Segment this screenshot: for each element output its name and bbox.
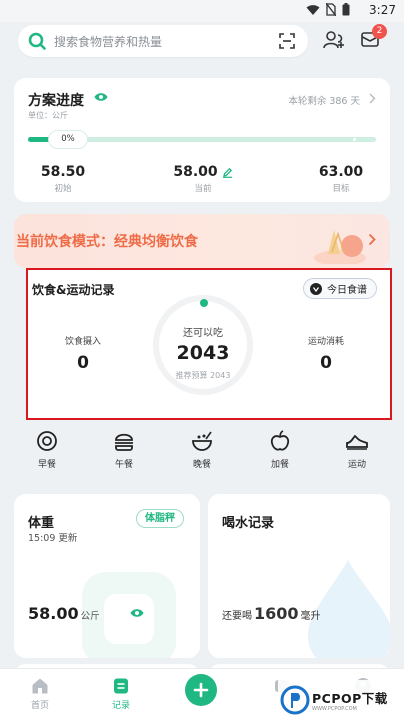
- scan-icon[interactable]: [278, 32, 296, 50]
- ring-progress-dot: [200, 299, 208, 307]
- recipe-icon: [310, 282, 322, 295]
- watermark-text: PCPOP下载: [312, 691, 388, 706]
- add-record-button[interactable]: [185, 674, 217, 706]
- no-sim-icon: [326, 3, 336, 16]
- water-need-row: 还要喝 1600 毫升: [222, 604, 321, 623]
- meal-label: 午餐: [114, 460, 133, 470]
- weight-value: 58.00: [28, 604, 79, 623]
- weight-value-row: 58.00 公斤: [28, 604, 100, 623]
- nav-home[interactable]: 首页: [20, 677, 60, 711]
- water-record-card[interactable]: 喝水记录 还要喝 1600 毫升: [208, 494, 390, 658]
- metric-current-value: 58.00: [173, 164, 218, 180]
- watermark-sub: WWW.PCPOP.COM: [312, 706, 357, 712]
- plan-remaining-days: 本轮剩余 386 天: [288, 96, 360, 107]
- plus-icon: [193, 682, 209, 698]
- pencil-icon[interactable]: [222, 167, 233, 178]
- intake-value: 0: [77, 353, 89, 373]
- lunch-icon: [115, 433, 133, 451]
- status-time: 3:27: [369, 3, 396, 17]
- meal-lunch[interactable]: 午餐: [99, 430, 149, 470]
- metric-current-label: 当前: [194, 184, 212, 194]
- progress-percent-bubble: 0%: [48, 130, 88, 149]
- meal-label: 加餐: [270, 460, 289, 470]
- meal-breakfast[interactable]: 早餐: [22, 430, 72, 470]
- metric-current-row: 58.00: [158, 164, 248, 180]
- remaining-calories-label: 还可以吃: [183, 328, 223, 339]
- snack-icon: [270, 430, 290, 451]
- notification-badge: 2: [372, 24, 387, 39]
- top-bar: 搜索食物营养和热量 2: [0, 22, 404, 62]
- plan-progress-card[interactable]: 方案进度 单位：公斤 本轮剩余 386 天 0% 58.50 初始 58.00 …: [14, 78, 390, 202]
- search-input[interactable]: 搜索食物营养和热量: [18, 25, 308, 57]
- add-friend-icon[interactable]: [323, 30, 345, 50]
- today-recipe-label: 今日食谱: [327, 285, 367, 296]
- eye-icon[interactable]: [130, 608, 144, 618]
- today-recipe-button[interactable]: 今日食谱: [303, 278, 377, 299]
- breakfast-icon: [37, 431, 57, 451]
- pcpop-logo-icon: [280, 685, 310, 715]
- meal-snack[interactable]: 加餐: [255, 430, 305, 470]
- food-illustration-icon: [314, 230, 366, 264]
- metric-current[interactable]: 58.00 当前: [158, 164, 248, 194]
- diet-exercise-record-card: 饮食&运动记录 今日食谱 饮食摄入 0 还可以吃 2043 推荐预算 2043 …: [26, 268, 392, 420]
- metric-target-label: 目标: [332, 184, 350, 194]
- search-icon: [28, 32, 46, 50]
- meal-dinner[interactable]: 晚餐: [177, 430, 227, 470]
- metric-initial: 58.50 初始: [18, 164, 108, 194]
- metric-target-value: 63.00: [318, 164, 364, 180]
- chevron-right-icon: [368, 233, 376, 246]
- plan-unit: 单位：公斤: [28, 111, 68, 120]
- water-need-prefix: 还要喝: [222, 611, 252, 622]
- weight-title: 体重: [28, 516, 55, 531]
- nav-home-label: 首页: [30, 701, 49, 711]
- status-bar: 3:27: [0, 0, 404, 22]
- recommended-budget: 推荐预算 2043: [175, 371, 231, 380]
- meal-shortcuts: 早餐 午餐 晚餐 加餐 运动: [0, 430, 404, 478]
- weight-card[interactable]: 体重 15:09 更新 体脂秤 58.00 公斤: [14, 494, 200, 658]
- diet-mode-banner[interactable]: 当前饮食模式：经典均衡饮食: [14, 214, 390, 268]
- exercise-burn: 运动消耗 0: [298, 334, 354, 373]
- wifi-icon: [306, 4, 320, 15]
- meal-exercise[interactable]: 运动: [332, 430, 382, 470]
- record-icon: [114, 678, 128, 694]
- record-title: 饮食&运动记录: [32, 283, 115, 297]
- water-amount: 1600: [254, 604, 299, 623]
- meal-label: 晚餐: [192, 460, 211, 470]
- weight-updated-time: 15:09 更新: [28, 533, 78, 544]
- home-icon: [32, 678, 48, 694]
- plan-title: 方案进度: [28, 93, 84, 109]
- dinner-icon: [192, 431, 212, 451]
- eye-icon[interactable]: [94, 92, 108, 102]
- meal-label: 运动: [347, 460, 366, 470]
- burn-value: 0: [320, 353, 332, 373]
- watermark: PCPOP下载 WWW.PCPOP.COM: [278, 680, 404, 720]
- metric-initial-value: 58.50: [40, 164, 86, 180]
- burn-label: 运动消耗: [307, 337, 344, 347]
- weight-unit: 公斤: [80, 611, 100, 622]
- metric-initial-label: 初始: [54, 184, 72, 194]
- water-title: 喝水记录: [222, 516, 275, 531]
- remaining-calories-value: 2043: [176, 342, 230, 364]
- progress-end-marker: [353, 138, 356, 141]
- intake-label: 饮食摄入: [64, 337, 101, 347]
- food-intake: 饮食摄入 0: [58, 334, 108, 373]
- search-placeholder: 搜索食物营养和热量: [54, 34, 163, 49]
- body-fat-scale-button[interactable]: 体脂秤: [136, 509, 184, 528]
- metric-target: 63.00 目标: [296, 164, 386, 194]
- exercise-icon: [346, 434, 368, 450]
- diet-mode-text: 当前饮食模式：经典均衡饮食: [16, 234, 198, 250]
- battery-icon: [342, 3, 350, 16]
- status-icons: [306, 3, 350, 16]
- nav-record[interactable]: 记录: [101, 677, 141, 711]
- chevron-right-icon: [369, 93, 376, 104]
- water-unit: 毫升: [300, 611, 321, 622]
- meal-label: 早餐: [37, 460, 56, 470]
- nav-record-label: 记录: [111, 701, 130, 711]
